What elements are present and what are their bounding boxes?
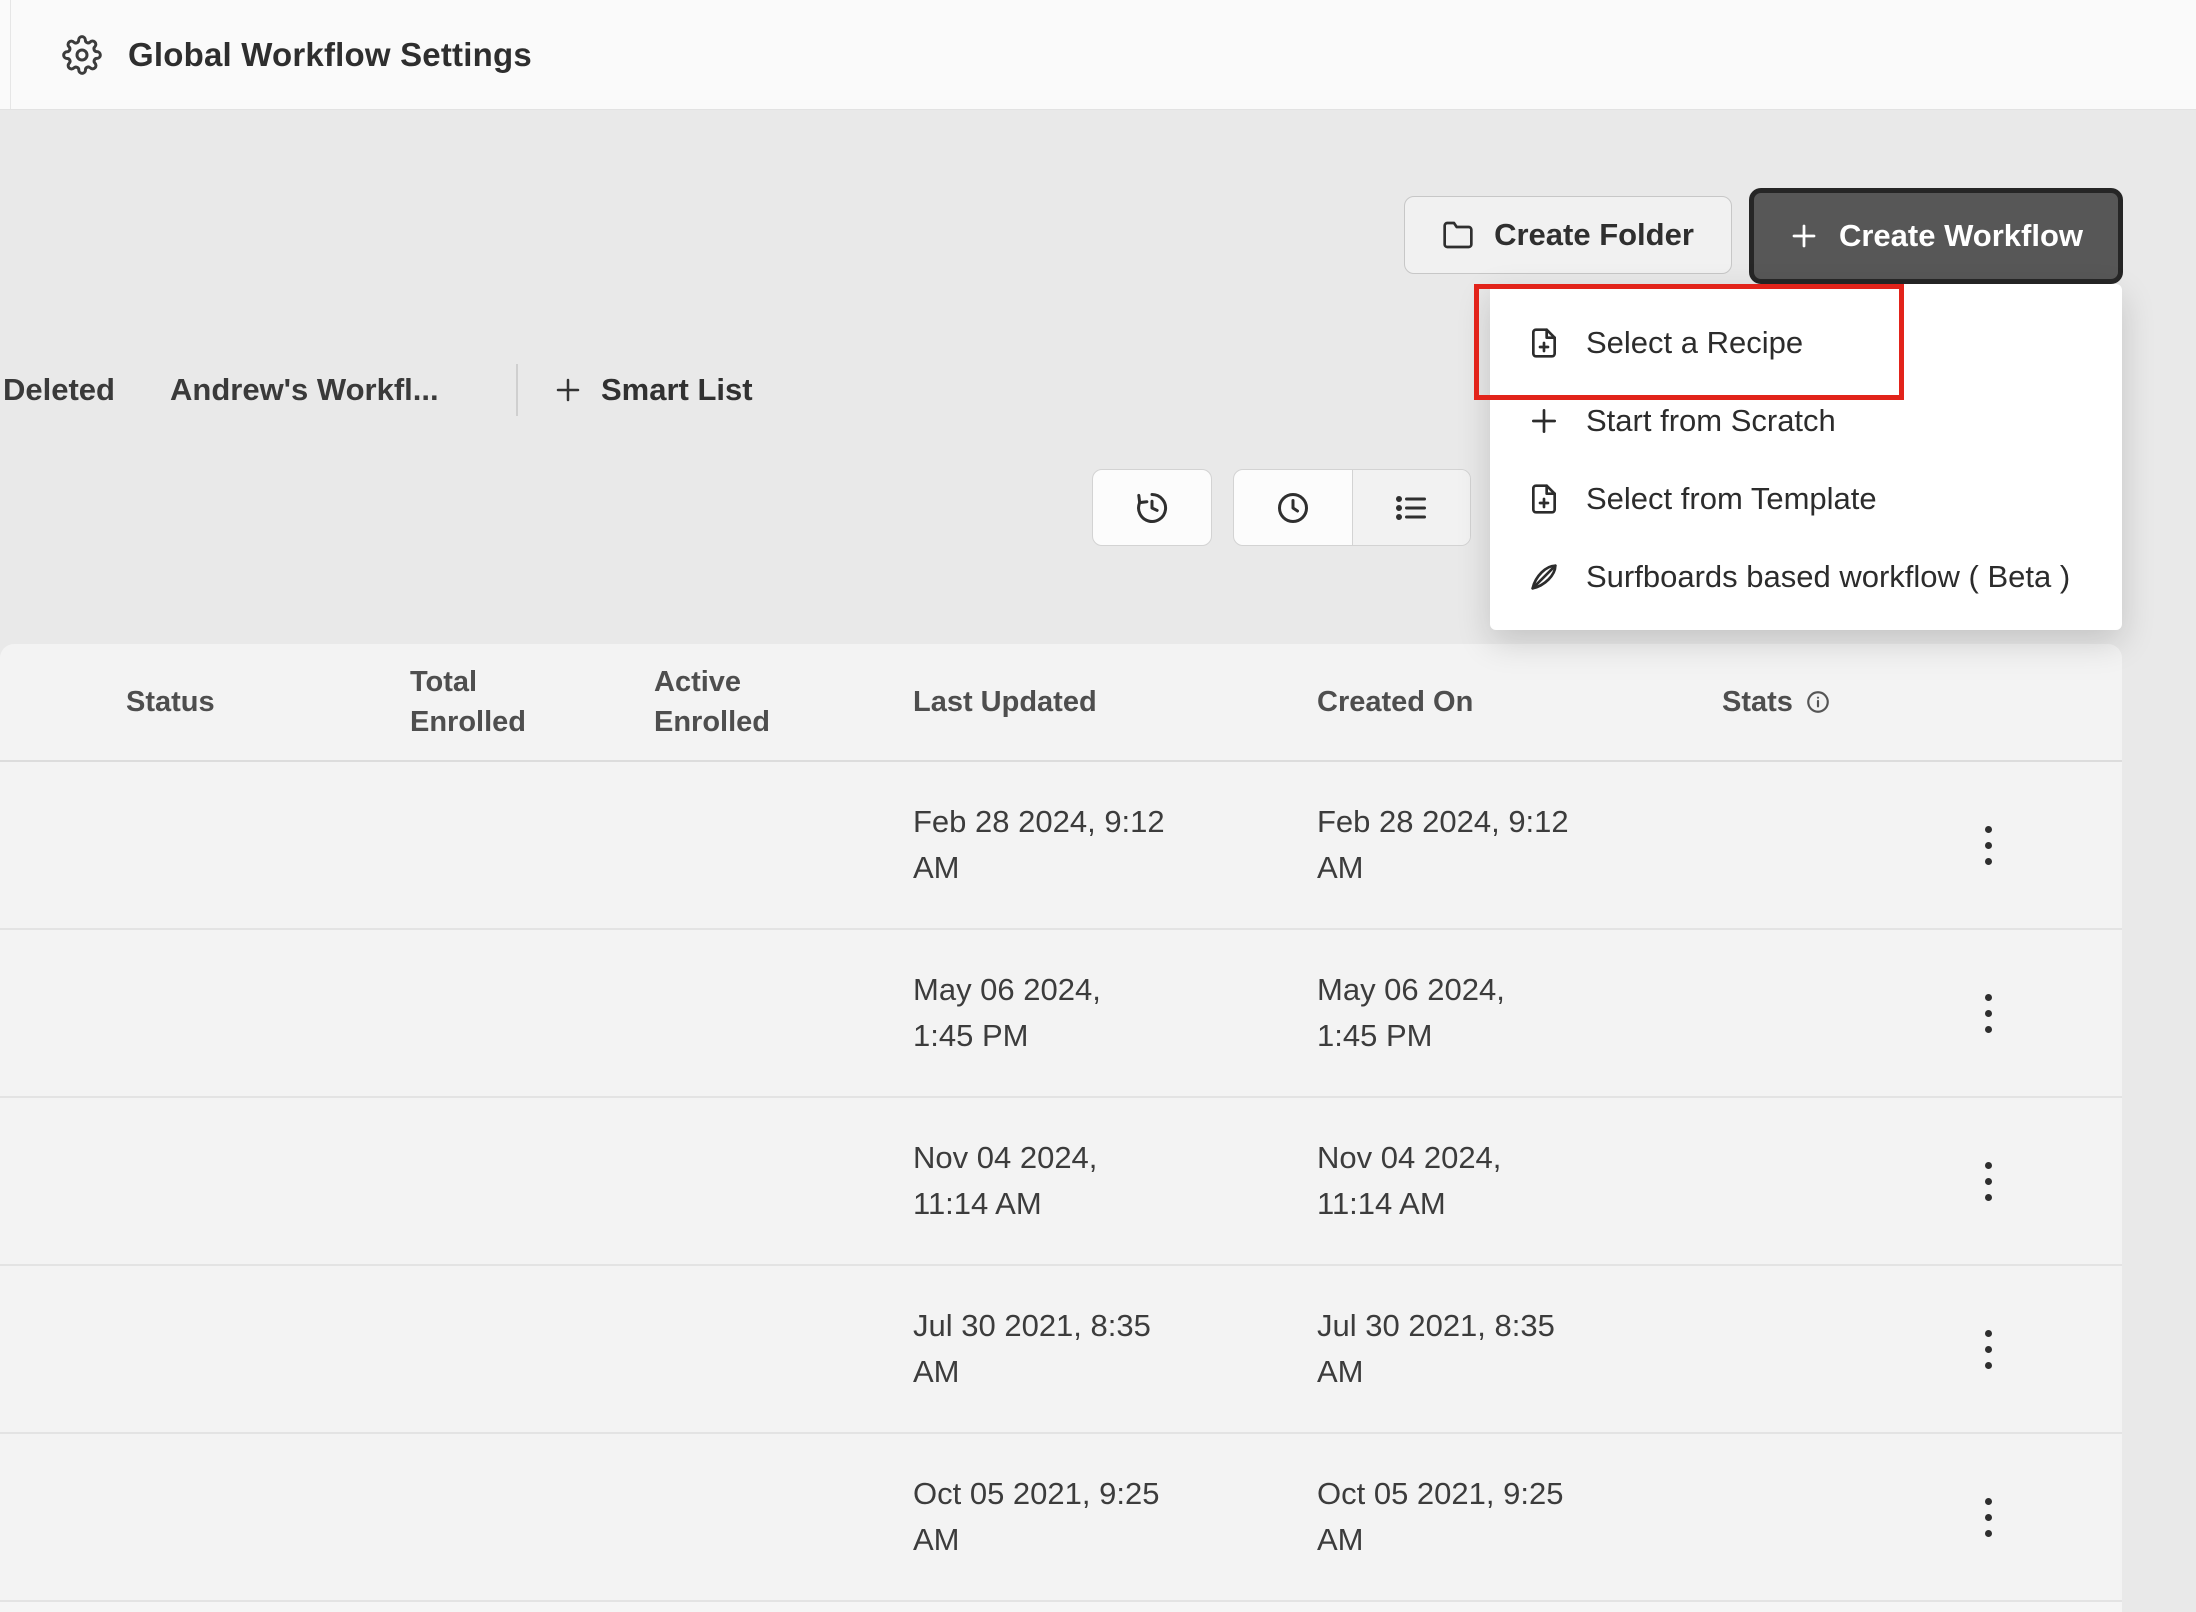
clock-icon [1275,490,1311,526]
tab-andrews-workflow[interactable]: Andrew's Workfl... [170,372,439,408]
view-toggle-group [1233,469,1471,546]
menu-item-label: Start from Scratch [1586,403,1836,439]
cell-created-on: Feb 28 2024, 9:12 AM [1317,762,1627,928]
row-menu-button[interactable] [1960,930,2016,1096]
folder-icon [1442,219,1474,251]
col-header-active-enrolled: Active Enrolled [654,644,770,760]
gear-icon[interactable] [62,35,102,75]
row-menu-button[interactable] [1960,1266,2016,1432]
tab-divider [516,364,518,416]
cell-created-on: May 06 2024, 1:45 PM [1317,930,1627,1096]
col-header-status: Status [126,644,215,760]
menu-item-start-from-scratch[interactable]: Start from Scratch [1490,382,2122,460]
page-title: Global Workflow Settings [128,36,532,74]
col-header-created-on: Created On [1317,644,1473,760]
cell-last-updated: May 06 2024, 1:45 PM [913,930,1223,1096]
tab-deleted[interactable]: Deleted [3,372,115,408]
col-header-stats: Stats [1722,644,1831,760]
surfboard-icon [1528,561,1560,593]
cell-last-updated: Nov 04 2024, 11:14 AM [913,1098,1223,1264]
table-row-partial [0,1602,2122,1612]
menu-item-label: Surfboards based workflow ( Beta ) [1586,559,2070,595]
cell-created-on: Oct 05 2021, 9:25 AM [1317,1434,1627,1600]
plus-icon [1528,405,1560,437]
create-workflow-label: Create Workflow [1839,218,2083,254]
col-header-stats-label: Stats [1722,686,1793,719]
table-header-row: Status Total Enrolled Active Enrolled La… [0,644,2122,762]
cell-created-on: Jul 30 2021, 8:35 AM [1317,1266,1627,1432]
file-plus-icon [1528,483,1560,515]
menu-item-label: Select a Recipe [1586,325,1803,361]
table-row: Feb 28 2024, 9:12 AM Feb 28 2024, 9:12 A… [0,762,2122,930]
row-menu-button[interactable] [1960,762,2016,928]
info-icon[interactable] [1805,689,1831,715]
file-plus-icon [1528,327,1560,359]
table-row: Jul 30 2021, 8:35 AM Jul 30 2021, 8:35 A… [0,1266,2122,1434]
menu-item-surfboards-workflow[interactable]: Surfboards based workflow ( Beta ) [1490,538,2122,616]
plus-icon [553,375,583,405]
list-icon [1393,490,1429,526]
cell-created-on: Nov 04 2024, 11:14 AM [1317,1098,1627,1264]
cell-last-updated: Oct 05 2021, 9:25 AM [913,1434,1223,1600]
cell-last-updated: Jul 30 2021, 8:35 AM [913,1266,1223,1432]
col-header-last-updated: Last Updated [913,644,1097,760]
history-icon [1134,490,1170,526]
create-folder-label: Create Folder [1494,217,1694,253]
list-view-button[interactable] [1352,470,1471,545]
menu-item-label: Select from Template [1586,481,1877,517]
topbar: Global Workflow Settings [0,0,2196,110]
create-workflow-menu: Select a Recipe Start from Scratch Selec… [1490,284,2122,630]
create-folder-button[interactable]: Create Folder [1404,196,1732,274]
table-row: Nov 04 2024, 11:14 AM Nov 04 2024, 11:14… [0,1098,2122,1266]
plus-icon [1789,221,1819,251]
history-toggle-button[interactable] [1092,469,1212,546]
cell-last-updated: Feb 28 2024, 9:12 AM [913,762,1223,928]
smart-list-label: Smart List [601,372,753,408]
menu-item-select-from-template[interactable]: Select from Template [1490,460,2122,538]
table-row: May 06 2024, 1:45 PM May 06 2024, 1:45 P… [0,930,2122,1098]
smart-list-button[interactable]: Smart List [553,364,753,416]
col-header-total-enrolled: Total Enrolled [410,644,526,760]
table-row: Oct 05 2021, 9:25 AM Oct 05 2021, 9:25 A… [0,1434,2122,1602]
time-view-button[interactable] [1234,470,1352,545]
row-menu-button[interactable] [1960,1434,2016,1600]
workflows-table: Status Total Enrolled Active Enrolled La… [0,644,2122,1612]
create-workflow-button[interactable]: Create Workflow [1749,188,2123,284]
menu-item-select-recipe[interactable]: Select a Recipe [1490,304,2122,382]
row-menu-button[interactable] [1960,1098,2016,1264]
